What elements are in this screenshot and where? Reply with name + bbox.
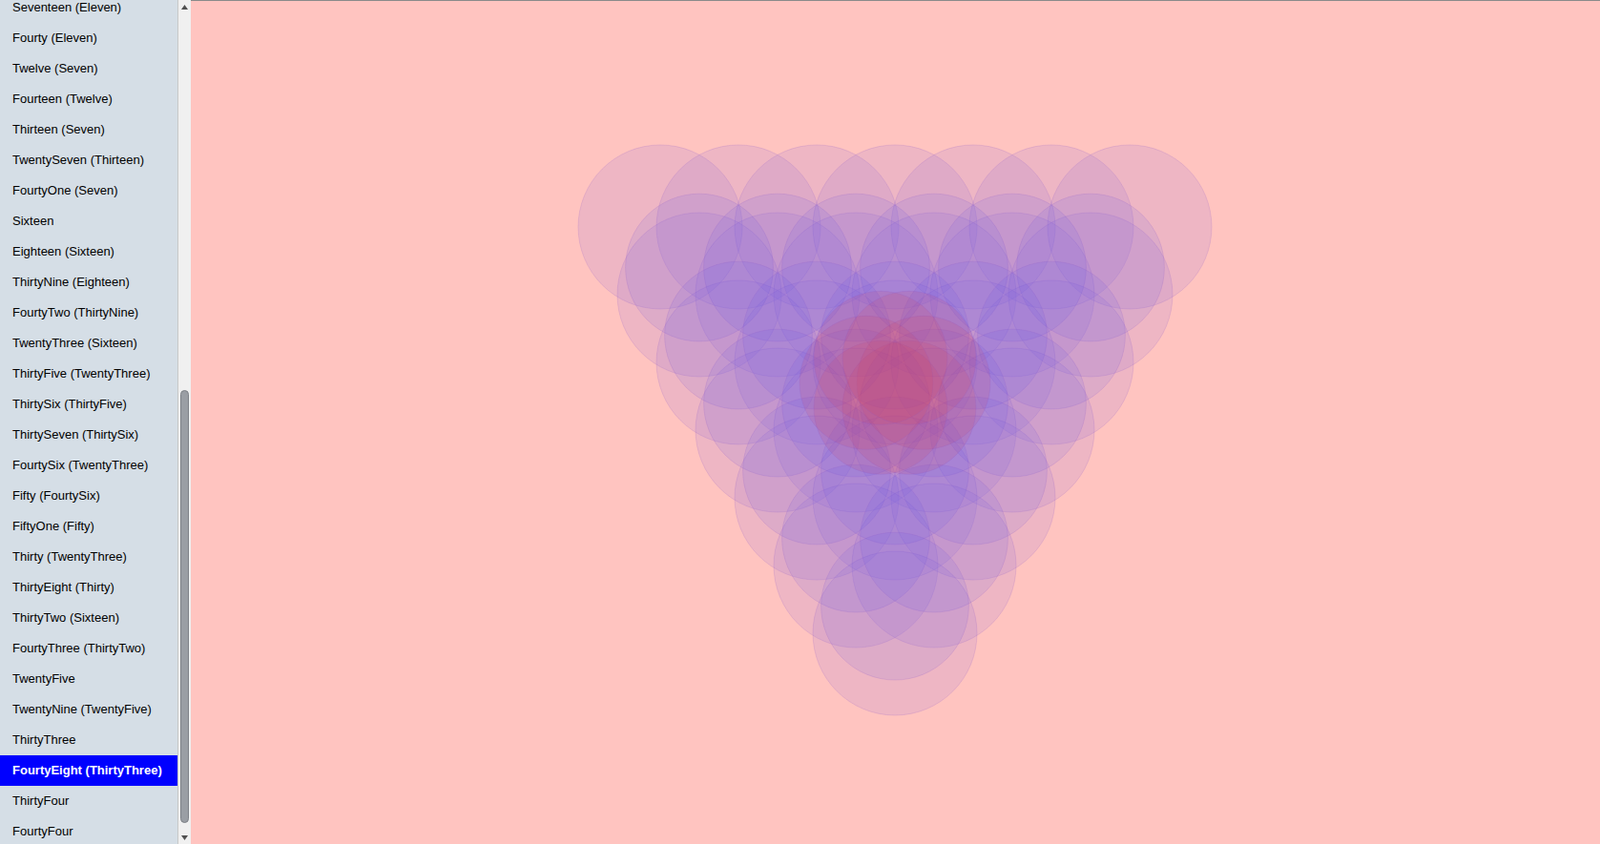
sidebar-item[interactable]: Sixteen (0, 206, 178, 237)
circle-pattern (190, 0, 1600, 844)
canvas[interactable] (190, 0, 1600, 844)
arrow-down-icon (181, 835, 188, 841)
sidebar-item[interactable]: FourtyThree (ThirtyTwo) (0, 633, 178, 665)
sidebar-item[interactable]: Fourteen (Twelve) (0, 83, 178, 115)
arrow-up-icon (181, 4, 188, 10)
sidebar-item[interactable]: ThirtyFive (TwentyThree) (0, 358, 178, 390)
sidebar-item[interactable]: Thirteen (Seven) (0, 114, 178, 146)
sidebar-item[interactable]: FourtyOne (Seven) (0, 175, 178, 207)
sidebar-item[interactable]: FiftyOne (Fifty) (0, 511, 178, 542)
sidebar-item[interactable]: Twelve (Seven) (0, 53, 178, 84)
sidebar-item[interactable]: FourtyEight (ThirtyThree) (0, 755, 178, 787)
sidebar-item[interactable]: ThirtySeven (ThirtySix) (0, 419, 178, 451)
app: Seventeen (Eleven)Fourty (Eleven)Twelve … (0, 0, 1600, 844)
sidebar: Seventeen (Eleven)Fourty (Eleven)Twelve … (0, 0, 191, 844)
sidebar-item[interactable]: ThirtyTwo (Sixteen) (0, 602, 178, 634)
sidebar-item[interactable]: FourtyFour (0, 816, 178, 844)
sidebar-item[interactable]: ThirtyFour (0, 786, 178, 817)
sidebar-item[interactable]: Seventeen (Eleven) (0, 0, 178, 23)
sidebar-item[interactable]: TwentyThree (Sixteen) (0, 328, 178, 359)
sidebar-item[interactable]: TwentyFive (0, 664, 178, 695)
sidebar-item[interactable]: ThirtyThree (0, 725, 178, 756)
sidebar-item[interactable]: Thirty (TwentyThree) (0, 541, 178, 573)
scroll-down-button[interactable] (178, 831, 191, 844)
sidebar-item[interactable]: ThirtySix (ThirtyFive) (0, 389, 178, 420)
scrollbar[interactable] (177, 0, 191, 844)
item-list[interactable]: Seventeen (Eleven)Fourty (Eleven)Twelve … (0, 0, 178, 844)
scroll-track[interactable] (178, 13, 191, 832)
sidebar-item[interactable]: Fifty (FourtySix) (0, 480, 178, 512)
sidebar-item[interactable]: Fourty (Eleven) (0, 22, 178, 54)
sidebar-item[interactable]: FourtyTwo (ThirtyNine) (0, 297, 178, 329)
sidebar-item[interactable]: FourtySix (TwentyThree) (0, 450, 178, 481)
sidebar-item[interactable]: ThirtyEight (Thirty) (0, 572, 178, 603)
scroll-thumb[interactable] (180, 390, 189, 824)
sidebar-item[interactable]: Eighteen (Sixteen) (0, 236, 178, 268)
sidebar-item[interactable]: TwentyNine (TwentyFive) (0, 694, 178, 726)
sidebar-item[interactable]: TwentySeven (Thirteen) (0, 145, 178, 176)
scroll-up-button[interactable] (178, 0, 191, 14)
sidebar-item[interactable]: ThirtyNine (Eighteen) (0, 267, 178, 298)
